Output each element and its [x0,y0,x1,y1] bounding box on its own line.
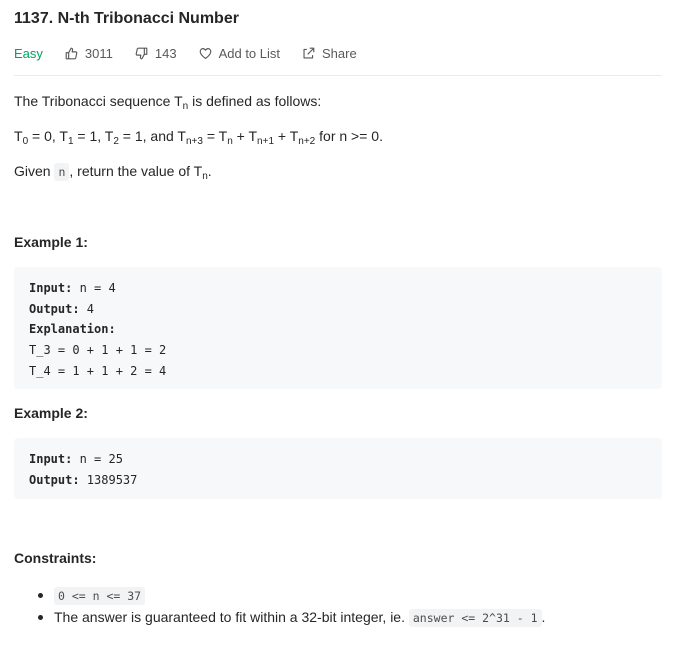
share-label: Share [322,45,357,61]
example-1-input: Input: n = 4 [29,281,116,295]
share-icon [303,47,315,59]
like-count: 3011 [84,45,113,61]
heart-icon [199,47,211,59]
inline-code-n: n [54,163,70,181]
example-2-block: Input: n = 25 Output: 1389537 [14,438,662,499]
constraint-code: answer <= 2^31 - 1 [408,609,542,627]
thumbs-up-icon [65,47,78,59]
problem-meta-bar: Easy 3011 143 Add to List Share [14,44,379,62]
example-1-output: Output: 4 [29,301,95,316]
example-2-heading: Example 2: [14,405,88,421]
example-2-input: Input: n = 25 [29,452,123,466]
constraints-list: 0 <= n <= 37 The answer is guaranteed to… [14,584,545,628]
difficulty-badge: Easy [14,45,43,61]
example-1-explanation-label: Explanation: [29,322,116,337]
example-1-heading: Example 1: [14,234,88,250]
dislike-button[interactable]: 143 [135,46,177,61]
description-paragraph-1: The Tribonacci sequence Tn is defined as… [14,93,322,112]
problem-title: 1137. N-th Tribonacci Number [14,10,239,27]
constraint-item: The answer is guaranteed to fit within a… [14,606,545,628]
constraints-heading: Constraints: [14,550,97,566]
example-1-explanation-line: T_3 = 0 + 1 + 1 = 2 [29,343,167,358]
thumbs-down-icon [135,47,148,59]
add-to-list-button[interactable]: Add to List [199,46,280,61]
example-1-block: Input: n = 4 Output: 4 Explanation: T_3 … [14,267,662,389]
example-1-explanation-line: T_4 = 1 + 1 + 2 = 4 [29,363,167,378]
constraint-item: 0 <= n <= 37 [14,584,545,606]
example-2-output: Output: 1389537 [29,472,138,487]
description-paragraph-2: T0 = 0, T1 = 1, T2 = 1, and Tn+3 = Tn + … [14,128,383,147]
dislike-count: 143 [154,45,177,61]
header-divider [14,75,662,76]
share-button[interactable]: Share [302,46,357,61]
add-to-list-label: Add to List [218,45,281,61]
constraint-code: 0 <= n <= 37 [54,587,146,605]
like-button[interactable]: 3011 [65,46,113,61]
description-paragraph-3: Given n, return the value of Tn. [14,163,212,182]
